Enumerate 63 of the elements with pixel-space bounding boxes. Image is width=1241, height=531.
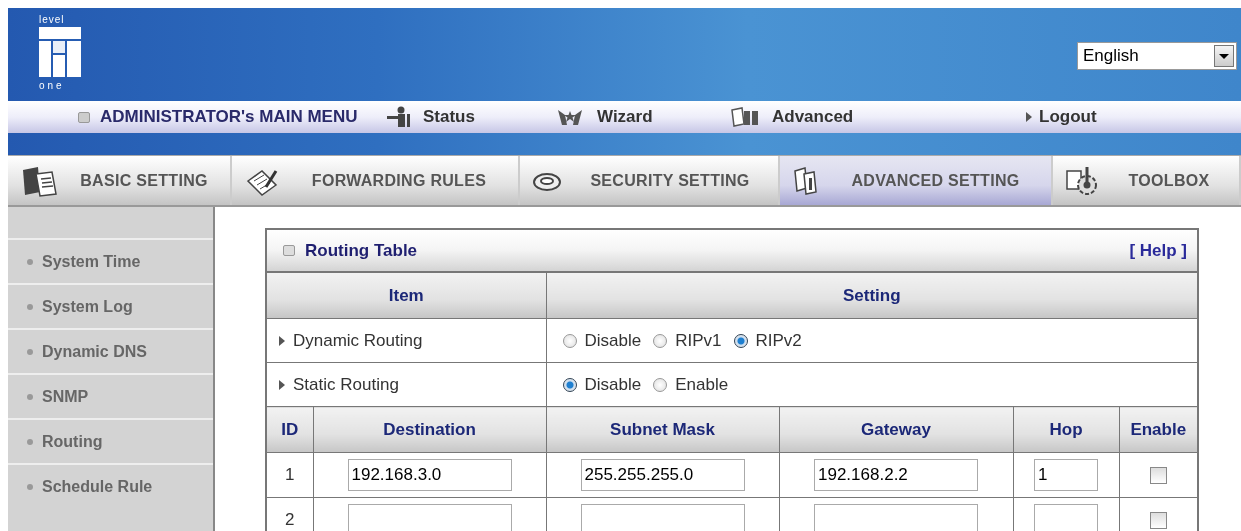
menu-item[interactable]: Status (385, 106, 555, 128)
menu-item[interactable]: Wizard (555, 107, 730, 127)
tab[interactable]: TOOLBOX (1053, 156, 1241, 205)
column-header: Destination (313, 406, 546, 453)
radio-label: Disable (584, 330, 642, 351)
radio-label: Enable (675, 374, 729, 395)
input-field[interactable]: 1 (1034, 459, 1098, 491)
square-icon (78, 111, 90, 123)
language-select[interactable]: English (1077, 42, 1237, 70)
square-icon (283, 245, 295, 256)
triangle-icon (279, 335, 285, 346)
radio-label: RIPv2 (755, 330, 802, 351)
column-header: Hop (1013, 406, 1119, 453)
radio-label: Disable (584, 374, 642, 395)
radio-button[interactable] (653, 377, 668, 392)
table-cell: 1 (266, 452, 313, 498)
help-link[interactable]: [ Help ] (1129, 240, 1187, 261)
hands-star-icon (555, 107, 585, 127)
caret-icon (1219, 53, 1229, 59)
column-header: Gateway (779, 406, 1013, 453)
checkbox[interactable] (1149, 467, 1167, 484)
menu-item[interactable]: Logout (1025, 107, 1225, 127)
column-header: Subnet Mask (546, 406, 779, 453)
input-field[interactable]: 192.168.3.0 (347, 459, 512, 491)
menu-item[interactable]: Advanced (730, 106, 1025, 128)
input-field[interactable] (347, 504, 512, 531)
radio-button[interactable] (733, 333, 748, 348)
triangle-icon (279, 379, 285, 390)
logo-text: level (39, 14, 65, 25)
tab[interactable]: BASIC SETTING (8, 156, 232, 205)
sidebar-item[interactable]: Schedule Rule (8, 463, 213, 508)
column-header: Item (266, 272, 546, 319)
sidebar-item[interactable]: System Log (8, 283, 213, 328)
menu-title: ADMINISTRATOR's MAIN MENU (100, 107, 358, 127)
radio-label: RIPv1 (675, 330, 722, 351)
tab[interactable]: FORWARDING RULES (232, 156, 520, 205)
option-label: Dynamic Routing (293, 330, 423, 351)
folder-book-icon (792, 165, 820, 196)
sidebar-item[interactable]: SNMP (8, 373, 213, 418)
option-label: Static Routing (293, 374, 399, 395)
column-header: Enable (1119, 406, 1198, 453)
radio-button[interactable] (562, 333, 577, 348)
logo-text: one (39, 80, 65, 91)
table-cell: 2 (266, 497, 313, 531)
radio-button[interactable] (562, 377, 577, 392)
panel-title: Routing Table (305, 240, 418, 261)
input-field[interactable] (1034, 504, 1098, 531)
person-icon (385, 106, 411, 128)
tab[interactable]: ADVANCED SETTING (780, 156, 1053, 205)
input-field[interactable]: 192.168.2.2 (814, 459, 978, 491)
column-header: ID (266, 406, 313, 453)
sidebar-item[interactable]: Dynamic DNS (8, 328, 213, 373)
sidebar-item[interactable]: Routing (8, 418, 213, 463)
logo-icon (39, 27, 81, 77)
checkbox[interactable] (1149, 512, 1167, 529)
sidebar-item[interactable]: System Time (8, 238, 213, 283)
triangle-icon (1025, 111, 1033, 123)
column-header: Setting (546, 272, 1198, 319)
input-field[interactable] (814, 504, 978, 531)
input-field[interactable] (580, 504, 745, 531)
input-field[interactable]: 255.255.255.0 (580, 459, 745, 491)
folder-book-icon (730, 106, 760, 128)
radio-button[interactable] (653, 333, 668, 348)
